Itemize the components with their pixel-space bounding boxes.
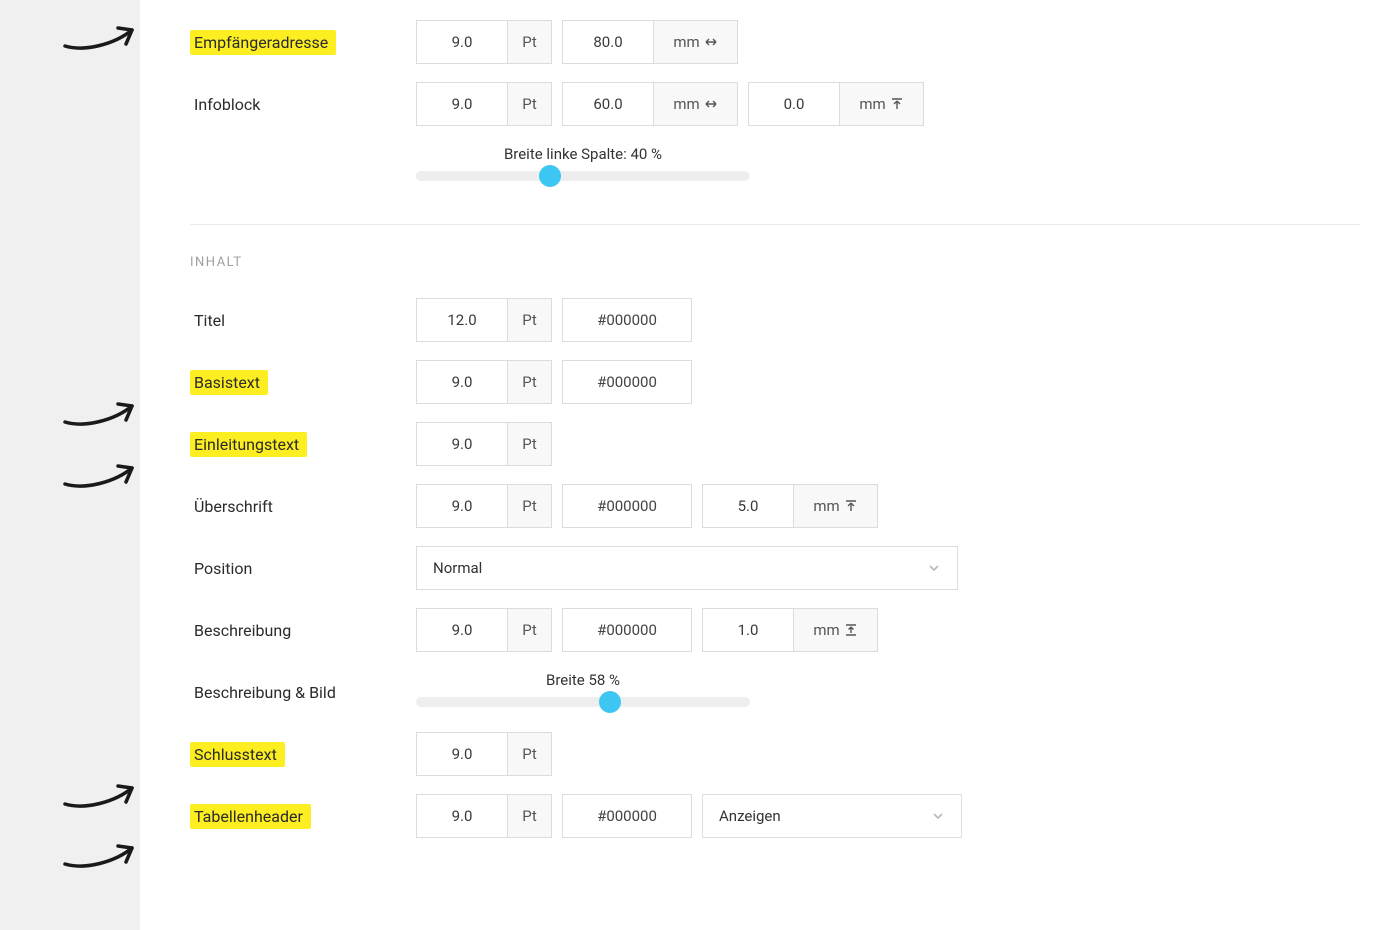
label-titel: Titel — [190, 308, 233, 333]
infoblock-offset-input[interactable] — [749, 83, 839, 125]
row-schlusstext: Schlusstext Pt — [190, 732, 1360, 776]
row-einleitungstext: Einleitungstext Pt — [190, 422, 1360, 466]
position-select-value: Normal — [433, 559, 482, 577]
row-position: Position Normal — [190, 546, 1360, 590]
unit-pt: Pt — [507, 733, 551, 775]
section-title-inhalt: INHALT — [190, 255, 1360, 270]
row-infoblock: Infoblock Pt mm mm — [190, 82, 1360, 126]
schlusstext-size-group: Pt — [416, 732, 552, 776]
label-empfaengeradresse: Empfängeradresse — [190, 30, 336, 55]
ueberschrift-size-group: Pt — [416, 484, 552, 528]
infoblock-width-group: mm — [562, 82, 738, 126]
margin-both-icon — [844, 623, 858, 637]
infoblock-size-group: Pt — [416, 82, 552, 126]
slider-linke-spalte[interactable] — [416, 171, 750, 181]
row-beschreibung-bild: Beschreibung & Bild Breite 58 % — [190, 670, 1360, 714]
label-beschreibung: Beschreibung — [190, 618, 299, 643]
row-ueberschrift: Überschrift Pt #000000 mm — [190, 484, 1360, 528]
ueberschrift-color[interactable]: #000000 — [562, 484, 692, 528]
slider-knob[interactable] — [599, 691, 621, 713]
unit-mm-text: mm — [813, 621, 839, 639]
einleitung-size-input[interactable] — [417, 423, 507, 465]
titel-size-group: Pt — [416, 298, 552, 342]
unit-pt: Pt — [507, 423, 551, 465]
label-infoblock: Infoblock — [190, 92, 268, 117]
unit-pt: Pt — [507, 795, 551, 837]
margin-top-icon — [890, 97, 904, 111]
ueberschrift-size-input[interactable] — [417, 485, 507, 527]
unit-mm-text: mm — [859, 95, 885, 113]
label-einleitungstext: Einleitungstext — [190, 432, 307, 457]
tabellenheader-select[interactable]: Anzeigen — [702, 794, 962, 838]
tabellenheader-color[interactable]: #000000 — [562, 794, 692, 838]
beschreibung-margin-group: mm — [702, 608, 878, 652]
left-gutter — [0, 0, 140, 930]
row-tabellenheader: Tabellenheader Pt #000000 Anzeigen — [190, 794, 1360, 838]
beschreibung-color[interactable]: #000000 — [562, 608, 692, 652]
basistext-size-group: Pt — [416, 360, 552, 404]
row-empfaengeradresse: Empfängeradresse Pt mm — [190, 20, 1360, 64]
titel-size-input[interactable] — [417, 299, 507, 341]
margin-top-icon — [844, 499, 858, 513]
label-schlusstext: Schlusstext — [190, 742, 285, 767]
slider-caption-linke-spalte: Breite linke Spalte: 40 % — [504, 145, 662, 163]
schlusstext-size-input[interactable] — [417, 733, 507, 775]
slider-breite[interactable] — [416, 697, 750, 707]
infoblock-offset-group: mm — [748, 82, 924, 126]
beschreibung-margin-input[interactable] — [703, 609, 793, 651]
slider-knob[interactable] — [539, 165, 561, 187]
unit-mm-width: mm — [653, 21, 737, 63]
empfaenger-size-input[interactable] — [417, 21, 507, 63]
row-beschreibung: Beschreibung Pt #000000 mm — [190, 608, 1360, 652]
tabellenheader-size-group: Pt — [416, 794, 552, 838]
ueberschrift-margin-group: mm — [702, 484, 878, 528]
tabellenheader-size-input[interactable] — [417, 795, 507, 837]
label-beschreibung-bild: Beschreibung & Bild — [190, 680, 344, 705]
horizontal-arrows-icon — [704, 97, 718, 111]
unit-pt: Pt — [507, 485, 551, 527]
label-position: Position — [190, 556, 260, 581]
infoblock-width-input[interactable] — [563, 83, 653, 125]
row-titel: Titel Pt #000000 — [190, 298, 1360, 342]
chevron-down-icon — [927, 561, 941, 575]
empfaenger-size-group: Pt — [416, 20, 552, 64]
unit-mm-both: mm — [793, 609, 877, 651]
basistext-size-input[interactable] — [417, 361, 507, 403]
unit-mm-top: mm — [793, 485, 877, 527]
unit-pt: Pt — [507, 299, 551, 341]
infoblock-size-input[interactable] — [417, 83, 507, 125]
basistext-color[interactable]: #000000 — [562, 360, 692, 404]
ueberschrift-margin-input[interactable] — [703, 485, 793, 527]
einleitung-size-group: Pt — [416, 422, 552, 466]
titel-color[interactable]: #000000 — [562, 298, 692, 342]
unit-mm-text: mm — [673, 95, 699, 113]
tabellenheader-select-value: Anzeigen — [719, 807, 781, 825]
chevron-down-icon — [931, 809, 945, 823]
empfaenger-width-group: mm — [562, 20, 738, 64]
unit-mm-text: mm — [813, 497, 839, 515]
slider-caption-breite: Breite 58 % — [546, 671, 620, 689]
unit-mm-top: mm — [839, 83, 923, 125]
horizontal-arrows-icon — [704, 35, 718, 49]
beschreibung-size-group: Pt — [416, 608, 552, 652]
label-tabellenheader: Tabellenheader — [190, 804, 311, 829]
position-select[interactable]: Normal — [416, 546, 958, 590]
row-slider-linke-spalte: Breite linke Spalte: 40 % — [190, 144, 1360, 188]
beschreibung-size-input[interactable] — [417, 609, 507, 651]
unit-pt: Pt — [507, 361, 551, 403]
empfaenger-width-input[interactable] — [563, 21, 653, 63]
section-divider — [190, 224, 1360, 225]
unit-mm-width: mm — [653, 83, 737, 125]
unit-pt: Pt — [507, 21, 551, 63]
row-basistext: Basistext Pt #000000 — [190, 360, 1360, 404]
unit-pt: Pt — [507, 83, 551, 125]
unit-mm-text: mm — [673, 33, 699, 51]
unit-pt: Pt — [507, 609, 551, 651]
label-ueberschrift: Überschrift — [190, 494, 281, 519]
label-basistext: Basistext — [190, 370, 268, 395]
